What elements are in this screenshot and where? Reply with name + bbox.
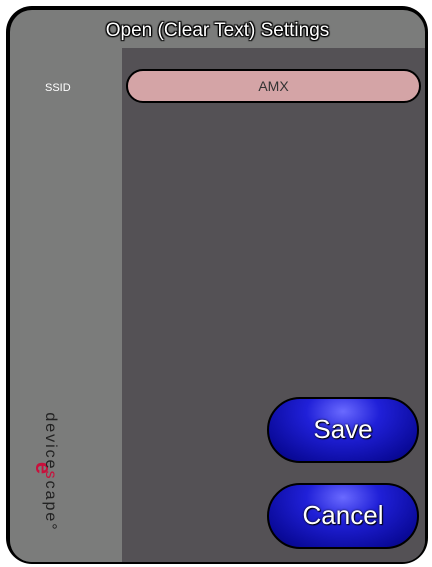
ssid-label: SSID [45, 82, 71, 94]
ssid-field[interactable] [126, 69, 421, 103]
settings-panel: Open (Clear Text) Settings SSID Save Can… [10, 10, 425, 562]
save-button[interactable]: Save [267, 397, 419, 463]
wordmark-trademark: ° [42, 523, 59, 532]
left-sidebar [10, 48, 122, 562]
cancel-button[interactable]: Cancel [267, 483, 419, 549]
wordmark-part-2: cape [42, 480, 59, 524]
wordmark-part-1: device [42, 412, 59, 471]
devicescape-wordmark: devicescape° [35, 397, 59, 547]
devicescape-logo: e devicescape° [28, 397, 59, 550]
page-title: Open (Clear Text) Settings [105, 20, 330, 41]
wordmark-accent: s [42, 470, 59, 481]
